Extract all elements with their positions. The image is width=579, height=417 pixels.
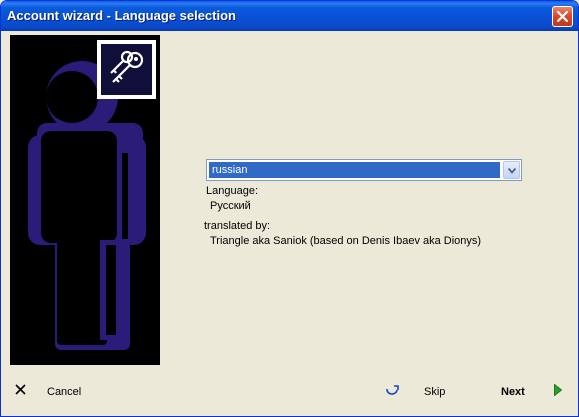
account-wizard-window: Account wizard - Language selection russ…: [0, 0, 579, 417]
chevron-down-icon: [508, 168, 516, 174]
language-native-name: Русский: [210, 200, 251, 212]
language-label: Language:: [206, 185, 258, 197]
next-button[interactable]: Next: [496, 381, 566, 401]
wizard-content: russian Language: Русский translated by:…: [4, 31, 575, 413]
play-triangle-icon: [554, 384, 562, 396]
window-title: Account wizard - Language selection: [7, 8, 236, 23]
cancel-button[interactable]: Cancel: [12, 381, 92, 401]
language-select[interactable]: russian: [206, 159, 522, 181]
translated-by-label: translated by:: [204, 220, 271, 232]
title-bar[interactable]: Account wizard - Language selection: [1, 1, 578, 31]
translator-name: Triangle aka Saniok (based on Denis Ibae…: [210, 235, 482, 247]
close-icon: [557, 11, 568, 22]
language-select-value: russian: [209, 162, 500, 178]
wizard-side-image: [10, 35, 160, 365]
skip-button[interactable]: Skip: [382, 381, 452, 401]
x-icon: [15, 384, 26, 395]
close-button[interactable]: [552, 6, 573, 27]
cancel-label: Cancel: [47, 386, 82, 398]
skip-label: Skip: [424, 386, 446, 398]
next-label: Next: [501, 386, 525, 398]
keys-icon: [110, 50, 144, 83]
skip-arrow-icon: [386, 385, 399, 395]
keys-badge: [97, 40, 156, 99]
dropdown-button[interactable]: [503, 161, 520, 179]
